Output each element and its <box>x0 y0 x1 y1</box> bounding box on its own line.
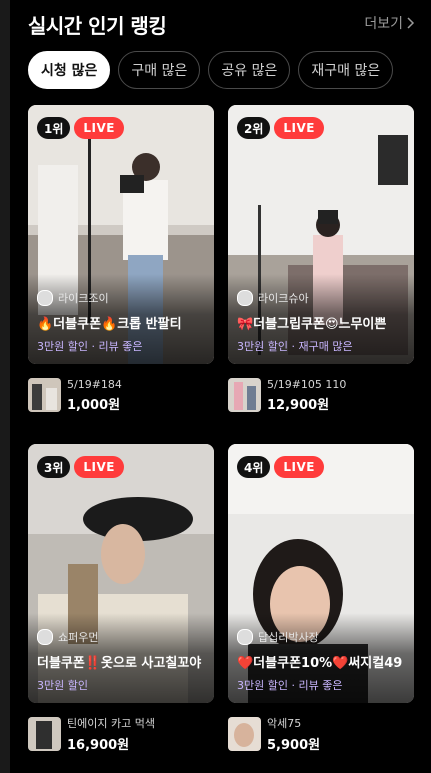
product-thumbnail <box>28 717 61 751</box>
product-thumbnail <box>228 717 261 751</box>
rank-badge: 4위 <box>237 456 271 478</box>
ranking-tabs: 시청 많은 구매 많은 공유 많은 재구매 많은 <box>28 51 394 89</box>
host-info: 라이크슈아 <box>237 290 309 306</box>
product-name: 5/19#184 <box>67 377 122 391</box>
tab-most-purchased[interactable]: 구매 많은 <box>118 51 201 89</box>
tab-label: 공유 많은 <box>221 63 278 79</box>
tab-most-viewed[interactable]: 시청 많은 <box>28 51 111 89</box>
live-card-2[interactable]: 2위 LIVE 라이크슈아 🎀더블그립쿠폰😍느무이쁜 3만원 할인 · 재구매 … <box>228 105 414 364</box>
featured-product-4[interactable]: 악세75 5,900원 <box>228 716 321 753</box>
host-avatar <box>37 290 53 306</box>
card-badges: 3위 LIVE <box>37 456 124 478</box>
product-name: 틴에이지 카고 먹색 <box>67 717 155 730</box>
rank-badge: 2위 <box>237 117 271 139</box>
host-name: 답십리박사장 <box>258 631 319 644</box>
live-tags: 3만원 할인 · 리뷰 좋은 <box>237 679 343 692</box>
host-avatar <box>237 290 253 306</box>
product-price: 1,000원 <box>67 397 121 413</box>
host-avatar <box>37 629 53 645</box>
live-tags: 3만원 할인 · 재구매 많은 <box>237 340 353 353</box>
product-thumbnail <box>28 378 61 412</box>
live-ranking-section: 실시간 인기 랭킹 더보기 시청 많은 구매 많은 공유 많은 재구매 많은 1… <box>0 0 431 773</box>
host-name: 라이크조이 <box>58 292 109 305</box>
tab-label: 구매 많은 <box>131 63 188 79</box>
more-link[interactable]: 더보기 <box>364 13 415 33</box>
live-caption: ❤️더블쿠폰10%❤️써지컬49 <box>237 656 403 671</box>
tab-label: 시청 많은 <box>41 63 98 79</box>
host-name: 라이크슈아 <box>258 292 309 305</box>
rank-badge: 1위 <box>37 117 71 139</box>
featured-product-1[interactable]: 5/19#184 1,000원 <box>28 377 122 413</box>
live-caption: 🔥더블쿠폰🔥크롭 반팔티 <box>37 317 182 332</box>
host-info: 라이크조이 <box>37 290 109 306</box>
live-tags: 3만원 할인 · 리뷰 좋은 <box>37 340 143 353</box>
tab-most-repurchased[interactable]: 재구매 많은 <box>298 51 394 89</box>
host-info: 쇼퍼우먼 <box>37 629 98 645</box>
host-name: 쇼퍼우먼 <box>58 631 99 644</box>
live-badge: LIVE <box>74 456 124 478</box>
host-info: 답십리박사장 <box>237 629 319 645</box>
product-price: 16,900원 <box>67 738 130 753</box>
live-badge: LIVE <box>74 117 124 139</box>
card-badges: 2위 LIVE <box>237 117 324 139</box>
product-price: 12,900원 <box>267 397 330 413</box>
card-badges: 4위 LIVE <box>237 456 324 478</box>
featured-product-3[interactable]: 틴에이지 카고 먹색 16,900원 <box>28 716 155 753</box>
rank-badge: 3위 <box>37 456 71 478</box>
product-thumbnail <box>228 378 261 412</box>
product-name: 악세75 <box>267 717 302 730</box>
live-badge: LIVE <box>274 456 324 478</box>
left-rail <box>0 0 10 773</box>
live-tags: 3만원 할인 <box>37 679 88 692</box>
live-caption: 🎀더블그립쿠폰😍느무이쁜 <box>237 317 387 332</box>
live-card-1[interactable]: 1위 LIVE 라이크조이 🔥더블쿠폰🔥크롭 반팔티 3만원 할인 · 리뷰 좋… <box>28 105 214 364</box>
live-caption: 더블쿠폰‼️옷으로 사고칠꼬야 <box>37 656 202 671</box>
section-title: 실시간 인기 랭킹 <box>28 14 167 38</box>
product-name: 5/19#105 110 <box>267 377 347 391</box>
card-badges: 1위 LIVE <box>37 117 124 139</box>
live-card-3[interactable]: 3위 LIVE 쇼퍼우먼 더블쿠폰‼️옷으로 사고칠꼬야 3만원 할인 <box>28 444 214 703</box>
featured-product-2[interactable]: 5/19#105 110 12,900원 <box>228 377 346 413</box>
tab-label: 재구매 많은 <box>311 63 381 79</box>
product-price: 5,900원 <box>267 738 321 753</box>
live-badge: LIVE <box>274 117 324 139</box>
section-header: 실시간 인기 랭킹 더보기 <box>28 10 415 40</box>
host-avatar <box>237 629 253 645</box>
tab-most-shared[interactable]: 공유 많은 <box>208 51 291 89</box>
chevron-right-icon <box>407 17 415 29</box>
live-card-4[interactable]: 4위 LIVE 답십리박사장 ❤️더블쿠폰10%❤️써지컬49 3만원 할인 ·… <box>228 444 414 703</box>
more-label: 더보기 <box>364 16 403 32</box>
